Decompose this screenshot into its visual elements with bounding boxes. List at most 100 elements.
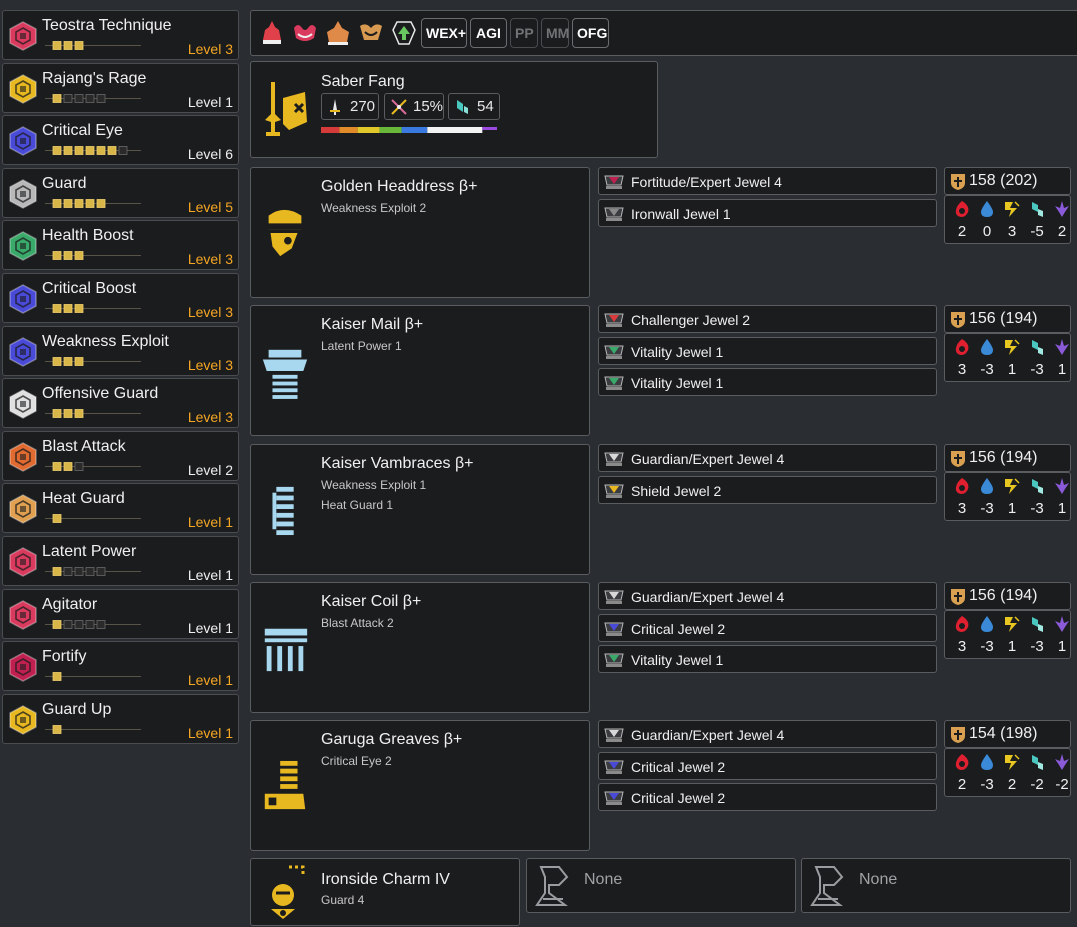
jewel-slot[interactable]: Ironwall Jewel 1 xyxy=(598,198,937,227)
jewel-icon xyxy=(604,622,624,636)
skill-item[interactable]: Guard Up Level 1 xyxy=(2,693,239,744)
jewel-slot[interactable]: Guardian/Expert Jewel 4 xyxy=(598,720,937,748)
skill-level-pips xyxy=(45,409,141,419)
fire-icon xyxy=(955,339,969,355)
armor-card[interactable]: Kaiser Vambraces β+ Weakness Exploit 1 Hea… xyxy=(250,444,590,575)
skill-level-pips xyxy=(45,619,141,629)
fire-icon xyxy=(955,754,969,770)
jewel-slot[interactable]: Vitality Jewel 1 xyxy=(598,336,937,365)
empty-slot-2[interactable]: None xyxy=(801,858,1071,913)
charge-blade-icon xyxy=(265,82,307,136)
powercharm-icon[interactable] xyxy=(356,18,386,48)
skill-level: Level 1 xyxy=(187,724,233,741)
sharpness-segment xyxy=(339,127,358,133)
armor-card[interactable]: Kaiser Mail β+ Latent Power 1 xyxy=(250,305,590,436)
resistance-value: 3 xyxy=(1007,223,1017,240)
skill-item[interactable]: Latent Power Level 1 xyxy=(2,536,239,586)
resistance-value: -3 xyxy=(980,776,994,793)
level-pip xyxy=(85,93,95,103)
decoration-icon xyxy=(9,652,37,683)
jewel-slot[interactable]: Challenger Jewel 2 xyxy=(598,305,937,333)
skill-name: Heat Guard xyxy=(42,490,125,508)
jewel-name: Critical Jewel 2 xyxy=(631,620,726,637)
resistance-value: -2 xyxy=(1030,776,1044,793)
jewel-name: Vitality Jewel 1 xyxy=(631,375,724,392)
skill-item[interactable]: Teostra Technique Level 3 xyxy=(2,10,239,60)
armor-card[interactable]: Kaiser Coil β+ Blast Attack 2 xyxy=(250,582,590,713)
armor-card[interactable]: Garuga Greaves β+ Critical Eye 2 xyxy=(250,720,590,851)
toggle-mm-button[interactable]: MM xyxy=(541,18,569,48)
skill-name: Latent Power xyxy=(42,543,137,560)
nulberry-icon[interactable] xyxy=(389,18,419,48)
skill-item[interactable]: Guard Level 5 xyxy=(2,167,239,218)
resistance-value: 1 xyxy=(1007,638,1017,655)
jewel-slot[interactable]: Shield Jewel 2 xyxy=(598,475,937,504)
resistance-value: 3 xyxy=(957,361,967,378)
jewel-icon xyxy=(604,791,624,806)
skill-level-pips xyxy=(45,93,141,103)
jewel-icon xyxy=(604,175,624,189)
defense-box: 156 (194) xyxy=(944,582,1071,610)
defense-icon xyxy=(951,451,965,467)
jewel-slot[interactable]: Vitality Jewel 1 xyxy=(598,645,937,674)
jewel-slot[interactable]: Guardian/Expert Jewel 4 xyxy=(598,582,937,610)
jewel-icon xyxy=(604,760,624,774)
charm-name: Ironside Charm IV xyxy=(321,871,450,888)
jewel-slot[interactable]: Critical Jewel 2 xyxy=(598,613,937,642)
demon-drug-icon[interactable] xyxy=(290,18,320,48)
level-pip xyxy=(52,461,62,471)
jewel-slot[interactable]: Critical Jewel 2 xyxy=(598,783,937,812)
jewel-name: Vitality Jewel 1 xyxy=(631,343,724,360)
level-pip xyxy=(85,198,95,208)
skill-level-pips xyxy=(45,41,141,50)
resistance-value: 3 xyxy=(957,500,967,517)
jewel-slot[interactable]: Critical Jewel 2 xyxy=(598,751,937,780)
affinity-value: 15% xyxy=(413,98,444,115)
skill-item[interactable]: Critical Eye Level 6 xyxy=(2,115,239,166)
toggle-wex-button[interactable]: WEX+ xyxy=(421,18,467,48)
powertalon-icon[interactable] xyxy=(323,18,353,48)
skill-level: Level 1 xyxy=(187,93,233,110)
jewel-icon xyxy=(604,452,624,466)
empty-slot-1[interactable]: None xyxy=(526,858,796,913)
level-pip xyxy=(52,409,62,419)
armor-card[interactable]: Golden Headdress β+ Weakness Exploit 2 xyxy=(250,167,590,298)
arms-icon xyxy=(272,486,294,536)
water-icon xyxy=(981,339,993,355)
jewel-slot[interactable]: Vitality Jewel 1 xyxy=(598,368,937,397)
skill-item[interactable]: Health Boost Level 3 xyxy=(2,220,239,271)
skill-item[interactable]: Rajang's Rage Level 1 xyxy=(2,62,239,113)
might-seed-icon[interactable] xyxy=(257,18,287,48)
weapon-card[interactable]: Saber Fang 270 15% 54 xyxy=(250,61,658,158)
resistance-value: 2 xyxy=(957,223,967,240)
level-pip xyxy=(52,146,62,156)
dragon-icon xyxy=(1055,478,1069,494)
skill-level: Level 2 xyxy=(187,461,233,478)
skill-item[interactable]: Agitator Level 1 xyxy=(2,588,239,639)
resistance-value: -3 xyxy=(980,638,994,655)
attack-icon xyxy=(330,99,340,115)
skill-level: Level 1 xyxy=(187,567,233,583)
skill-item[interactable]: Offensive Guard Level 3 xyxy=(2,378,239,429)
jewel-slot[interactable]: Guardian/Expert Jewel 4 xyxy=(598,444,937,472)
skill-item[interactable]: Fortify Level 1 xyxy=(2,641,239,692)
level-pip xyxy=(74,251,84,261)
sharpness-segment xyxy=(401,127,428,133)
skill-item[interactable]: Blast Attack Level 2 xyxy=(2,430,239,481)
toggle-ofg-button[interactable]: OFG xyxy=(572,18,609,48)
attack-stat: 270 xyxy=(321,93,379,120)
level-pip xyxy=(74,146,84,156)
resistance-value: -5 xyxy=(1030,223,1044,240)
skill-name: Health Boost xyxy=(42,227,134,245)
level-pip xyxy=(52,619,62,629)
jewel-slot[interactable]: Fortitude/Expert Jewel 4 xyxy=(598,167,937,195)
ice-element-icon xyxy=(457,100,468,114)
weapon-name: Saber Fang xyxy=(321,73,405,90)
skill-item[interactable]: Weakness Exploit Level 3 xyxy=(2,325,239,376)
ice-icon xyxy=(1032,617,1043,632)
skill-item[interactable]: Critical Boost Level 3 xyxy=(2,273,239,323)
toggle-pp-button[interactable]: PP xyxy=(510,18,538,48)
toggle-agi-button[interactable]: AGI xyxy=(470,18,507,48)
skill-item[interactable]: Heat Guard Level 1 xyxy=(2,483,239,534)
charm-card[interactable]: Ironside Charm IV Guard 4 xyxy=(250,858,520,926)
